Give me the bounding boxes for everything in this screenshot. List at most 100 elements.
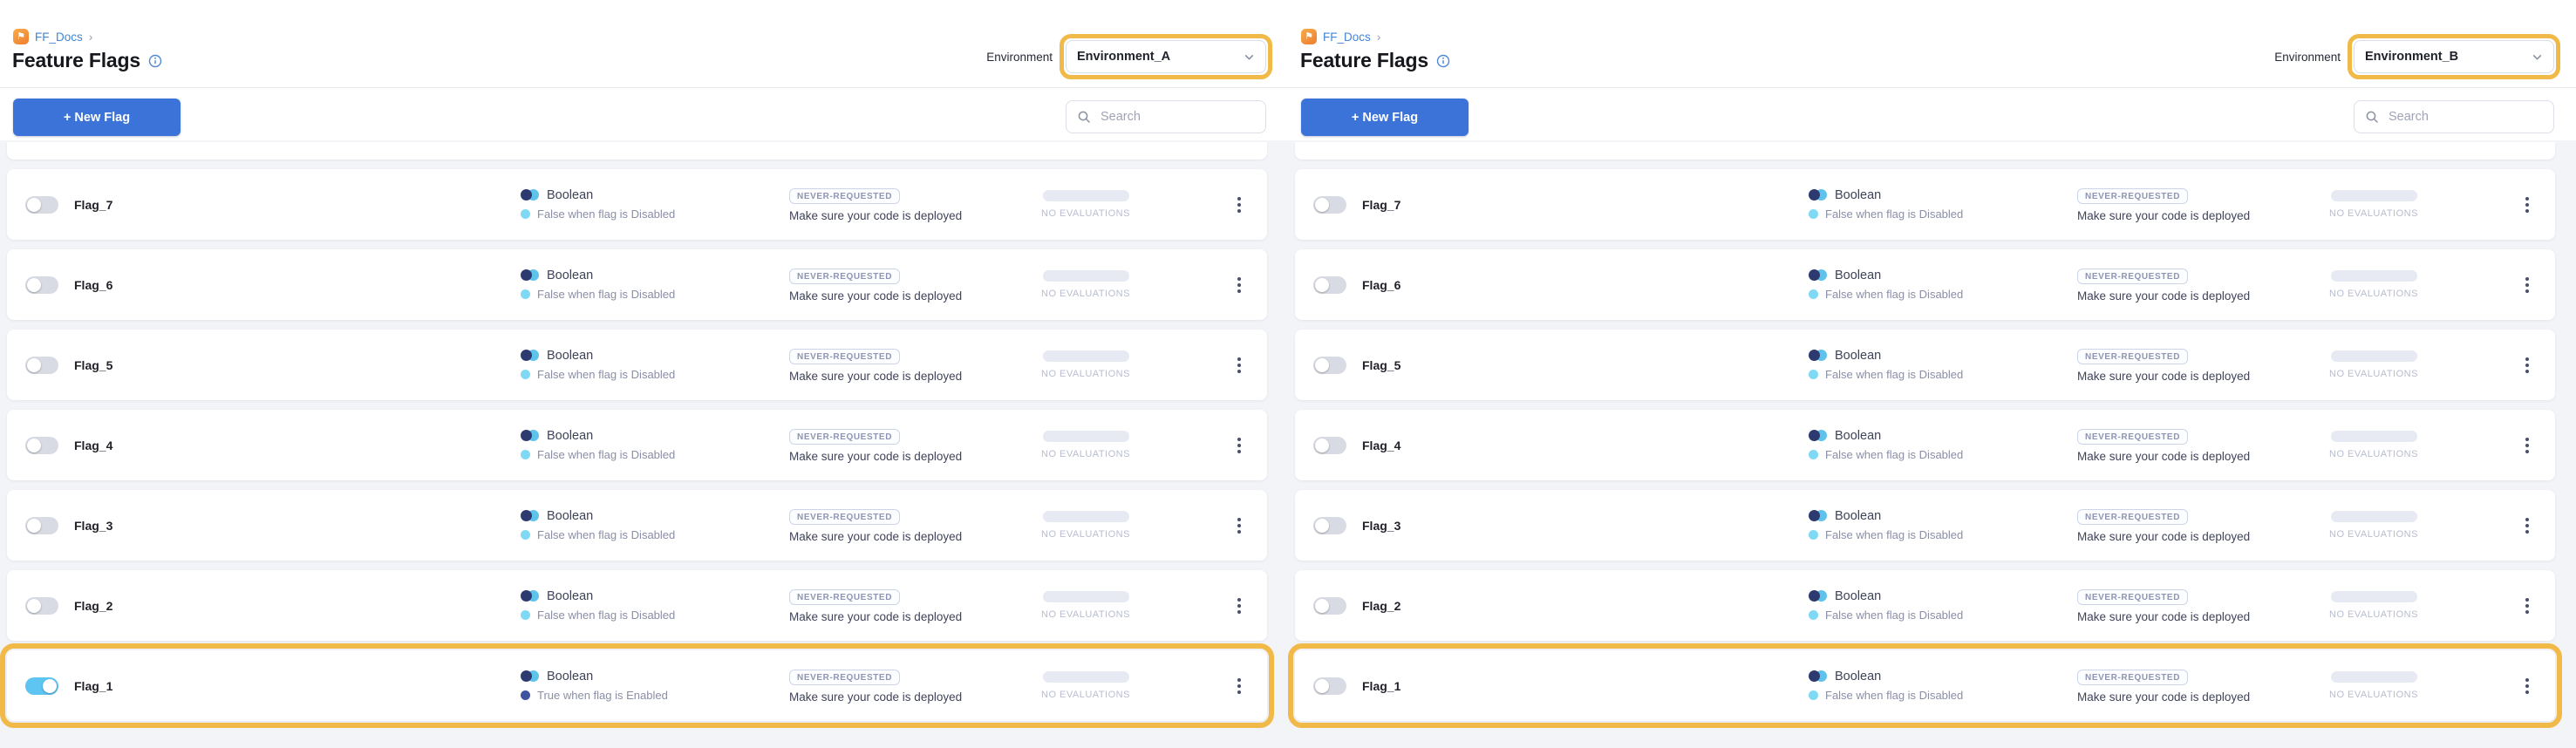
environment-dropdown[interactable]: Environment_A: [1066, 40, 1266, 73]
flag-row[interactable]: Flag_7 Boolean False when flag is Disabl…: [1295, 169, 2555, 240]
flag-type-label: Boolean: [1835, 188, 1881, 202]
boolean-type-icon: [1809, 430, 1827, 442]
new-flag-button[interactable]: + New Flag: [13, 99, 181, 136]
breadcrumb-project-link[interactable]: FF_Docs: [1323, 31, 1371, 44]
flag-toggle[interactable]: [1313, 276, 1346, 294]
flag-row[interactable]: Flag_5 Boolean False when flag is Disabl…: [7, 330, 1267, 400]
flag-toggle[interactable]: [25, 196, 58, 214]
row-menu-kebab-icon[interactable]: [2520, 272, 2534, 298]
row-menu-kebab-icon[interactable]: [1232, 352, 1246, 378]
status-hint: Make sure your code is deployed: [2077, 530, 2324, 543]
flag-row-wrap: Flag_5 Boolean False when flag is Disabl…: [7, 330, 1267, 400]
flag-type-label: Boolean: [1835, 670, 1881, 683]
boolean-type-icon: [1809, 189, 1827, 201]
new-flag-button[interactable]: + New Flag: [1301, 99, 1469, 136]
flag-toggle[interactable]: [1313, 357, 1346, 374]
flag-row[interactable]: Flag_5 Boolean False when flag is Disabl…: [1295, 330, 2555, 400]
info-icon[interactable]: [148, 54, 162, 68]
flag-row[interactable]: Flag_6 Boolean False when flag is Disabl…: [7, 249, 1267, 320]
flag-row[interactable]: Flag_4 Boolean False when flag is Disabl…: [1295, 410, 2555, 480]
flag-row[interactable]: Flag_2 Boolean False when flag is Disabl…: [7, 570, 1267, 641]
flag-toggle[interactable]: [25, 276, 58, 294]
row-menu-kebab-icon[interactable]: [2520, 513, 2534, 539]
flag-toggle[interactable]: [25, 437, 58, 454]
flag-toggle[interactable]: [1313, 196, 1346, 214]
status-badge: NEVER-REQUESTED: [2077, 589, 2188, 605]
flag-toggle[interactable]: [25, 517, 58, 534]
status-hint: Make sure your code is deployed: [2077, 209, 2324, 222]
status-badge: NEVER-REQUESTED: [789, 509, 900, 525]
evaluations-label: NO EVALUATIONS: [2329, 369, 2498, 379]
variation-dot-icon: [521, 370, 530, 379]
variation-dot-icon: [1809, 690, 1818, 700]
breadcrumb-project-link[interactable]: FF_Docs: [35, 31, 83, 44]
toggle-knob: [27, 358, 41, 372]
row-menu-kebab-icon[interactable]: [2520, 192, 2534, 218]
flag-toggle[interactable]: [1313, 517, 1346, 534]
search-box[interactable]: [2354, 100, 2554, 133]
search-box[interactable]: [1066, 100, 1266, 133]
project-logo-icon: ⚑: [13, 29, 29, 44]
flag-toggle[interactable]: [25, 597, 58, 615]
flag-row[interactable]: Flag_6 Boolean False when flag is Disabl…: [1295, 249, 2555, 320]
info-icon[interactable]: [1436, 54, 1450, 68]
toggle-knob: [1315, 439, 1329, 452]
boolean-type-icon: [521, 670, 539, 683]
boolean-type-icon: [1809, 350, 1827, 362]
variation-label: False when flag is Disabled: [1825, 207, 1963, 221]
flag-row[interactable]: Flag_1 Boolean True when flag is Enabled…: [7, 650, 1267, 721]
flag-row[interactable]: Flag_7 Boolean False when flag is Disabl…: [7, 169, 1267, 240]
evaluations-label: NO EVALUATIONS: [1041, 289, 1210, 299]
evaluations-skeleton-bar: [2331, 431, 2417, 442]
breadcrumb-chevron-icon: ›: [89, 31, 93, 43]
environment-value: Environment_A: [1077, 50, 1170, 64]
flag-row[interactable]: Flag_3 Boolean False when flag is Disabl…: [1295, 490, 2555, 561]
row-menu-kebab-icon[interactable]: [1232, 192, 1246, 218]
flag-row[interactable]: Flag_2 Boolean False when flag is Disabl…: [1295, 570, 2555, 641]
row-menu-kebab-icon[interactable]: [2520, 432, 2534, 459]
environment-dropdown[interactable]: Environment_B: [2354, 40, 2554, 73]
row-menu-kebab-icon[interactable]: [2520, 352, 2534, 378]
evaluations-skeleton-bar: [2331, 671, 2417, 683]
boolean-type-icon: [521, 350, 539, 362]
row-menu-kebab-icon[interactable]: [1232, 593, 1246, 619]
row-menu-kebab-icon[interactable]: [1232, 513, 1246, 539]
toggle-knob: [1315, 278, 1329, 292]
flag-toggle[interactable]: [1313, 597, 1346, 615]
row-menu-kebab-icon[interactable]: [2520, 593, 2534, 619]
row-menu-kebab-icon[interactable]: [1232, 673, 1246, 699]
flag-name: Flag_6: [1362, 278, 1809, 292]
search-input[interactable]: [2387, 109, 2543, 125]
search-input[interactable]: [1099, 109, 1255, 125]
evaluations-skeleton-bar: [2331, 591, 2417, 602]
flag-name: Flag_2: [74, 599, 521, 613]
flag-row[interactable]: Flag_4 Boolean False when flag is Disabl…: [7, 410, 1267, 480]
row-menu-kebab-icon[interactable]: [1232, 272, 1246, 298]
flag-type-label: Boolean: [1835, 429, 1881, 443]
search-icon: [1077, 110, 1091, 124]
toggle-knob: [27, 198, 41, 212]
variation-label: False when flag is Disabled: [1825, 368, 1963, 381]
boolean-type-icon: [1809, 269, 1827, 282]
toolbar: + New Flag: [1288, 88, 2576, 140]
boolean-type-icon: [1809, 510, 1827, 522]
row-menu-kebab-icon[interactable]: [1232, 432, 1246, 459]
variation-label: False when flag is Disabled: [1825, 528, 1963, 541]
flag-row[interactable]: Flag_1 Boolean False when flag is Disabl…: [1295, 650, 2555, 721]
row-menu-kebab-icon[interactable]: [2520, 673, 2534, 699]
evaluations-skeleton-bar: [1043, 671, 1129, 683]
boolean-type-icon: [1809, 590, 1827, 602]
flag-toggle[interactable]: [25, 677, 58, 695]
boolean-type-icon: [521, 590, 539, 602]
flag-row[interactable]: Flag_3 Boolean False when flag is Disabl…: [7, 490, 1267, 561]
flag-name: Flag_3: [74, 519, 521, 533]
evaluations-skeleton-bar: [1043, 511, 1129, 522]
flag-toggle[interactable]: [1313, 677, 1346, 695]
flag-toggle[interactable]: [1313, 437, 1346, 454]
status-badge: NEVER-REQUESTED: [2077, 188, 2188, 204]
flag-row-wrap: Flag_3 Boolean False when flag is Disabl…: [1295, 490, 2555, 561]
toolbar: + New Flag: [0, 88, 1288, 140]
flag-toggle[interactable]: [25, 357, 58, 374]
flag-row-wrap: Flag_2 Boolean False when flag is Disabl…: [7, 570, 1267, 641]
status-badge: NEVER-REQUESTED: [2077, 349, 2188, 364]
